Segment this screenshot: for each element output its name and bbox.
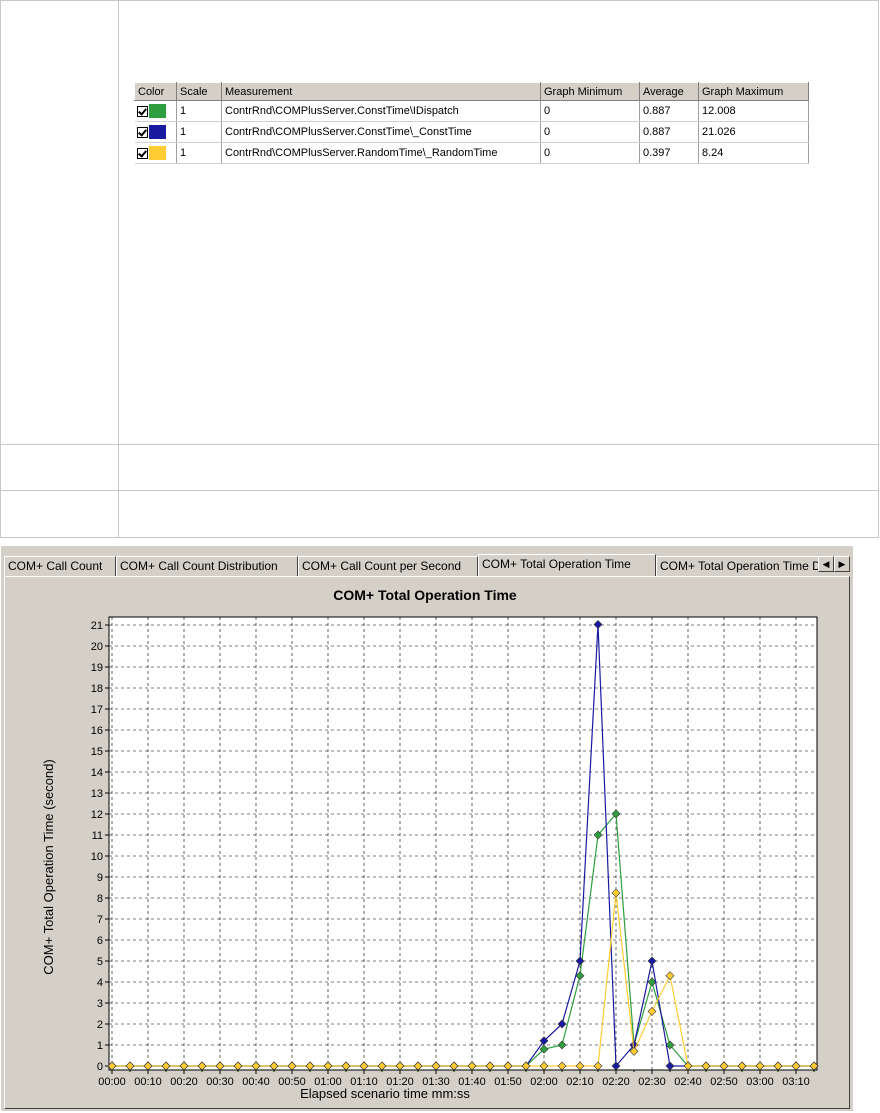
- x-tick-label: 00:10: [134, 1076, 162, 1088]
- y-tick-label: 18: [91, 683, 103, 695]
- x-tick-label: 03:00: [746, 1076, 774, 1088]
- graph-maximum-cell: 12.008: [698, 100, 809, 122]
- graph-window: COM+ Call Count COM+ Call Count Distribu…: [0, 545, 853, 1111]
- arrow-left-icon: ◀: [822, 559, 830, 569]
- color-swatch: [148, 125, 166, 139]
- graph-minimum-cell: 0: [540, 142, 640, 164]
- y-tick-label: 19: [91, 662, 103, 674]
- row-divider: [1, 490, 879, 491]
- header-graph-maximum[interactable]: Graph Maximum: [698, 82, 809, 101]
- measurement-cell: ContrRnd\COMPlusServer.ConstTime\_ConstT…: [221, 121, 541, 143]
- color-swatch: [148, 104, 166, 118]
- header-scale[interactable]: Scale: [176, 82, 222, 101]
- y-tick-label: 14: [91, 767, 103, 779]
- y-tick-label: 13: [91, 788, 103, 800]
- graph-tab-strip: COM+ Call Count COM+ Call Count Distribu…: [4, 554, 850, 576]
- average-cell: 0.887: [639, 100, 699, 122]
- y-axis-ticks: 0123456789101112131415161718192021: [91, 620, 109, 1073]
- legend-row[interactable]: 1 ContrRnd\COMPlusServer.RandomTime\_Ran…: [134, 142, 809, 164]
- x-tick-label: 00:30: [206, 1076, 234, 1088]
- y-axis-label: COM+ Total Operation Time (second): [41, 759, 56, 974]
- y-tick-label: 6: [97, 935, 103, 947]
- legend-row[interactable]: 1 ContrRnd\COMPlusServer.ConstTime\_Cons…: [134, 121, 809, 143]
- x-tick-label: 00:20: [170, 1076, 198, 1088]
- arrow-right-icon: ▶: [838, 559, 846, 569]
- scale-cell: 1: [176, 121, 222, 143]
- visibility-checkbox[interactable]: [136, 147, 148, 159]
- x-tick-label: 03:10: [782, 1076, 810, 1088]
- y-tick-label: 11: [92, 830, 103, 842]
- plot-area: [108, 616, 818, 1071]
- y-tick-label: 9: [97, 872, 103, 884]
- visibility-checkbox[interactable]: [136, 126, 148, 138]
- y-tick-label: 0: [97, 1061, 103, 1073]
- x-tick-label: 02:30: [638, 1076, 666, 1088]
- y-tick-label: 4: [97, 977, 103, 989]
- y-tick-label: 17: [91, 704, 103, 716]
- legend-row[interactable]: 1 ContrRnd\COMPlusServer.ConstTime\IDisp…: [134, 100, 809, 122]
- color-cell: [134, 142, 177, 164]
- column-divider: [118, 1, 119, 538]
- y-tick-label: 3: [97, 998, 103, 1010]
- measurement-cell: ContrRnd\COMPlusServer.ConstTime\IDispat…: [221, 100, 541, 122]
- y-tick-label: 1: [97, 1040, 103, 1052]
- row-divider: [1, 444, 879, 445]
- x-tick-label: 02:40: [674, 1076, 702, 1088]
- y-tick-label: 20: [91, 641, 103, 653]
- y-tick-label: 21: [91, 620, 103, 632]
- report-document: Color Scale Measurement Graph Minimum Av…: [0, 0, 879, 538]
- header-graph-minimum[interactable]: Graph Minimum: [540, 82, 640, 101]
- scale-cell: 1: [176, 100, 222, 122]
- y-tick-label: 10: [91, 851, 103, 863]
- x-tick-label: 02:00: [530, 1076, 558, 1088]
- tab-com-total-operation-time[interactable]: COM+ Total Operation Time: [478, 554, 656, 576]
- x-axis-label: Elapsed scenario time mm:ss: [300, 1086, 470, 1101]
- x-tick-label: 02:50: [710, 1076, 738, 1088]
- header-measurement[interactable]: Measurement: [221, 82, 541, 101]
- tab-com-call-count-per-second[interactable]: COM+ Call Count per Second: [298, 556, 478, 576]
- legend-table: Color Scale Measurement Graph Minimum Av…: [134, 82, 809, 164]
- x-tick-label: 02:20: [602, 1076, 630, 1088]
- scale-cell: 1: [176, 142, 222, 164]
- y-tick-label: 12: [91, 809, 103, 821]
- color-cell: [134, 100, 177, 122]
- measurement-cell: ContrRnd\COMPlusServer.RandomTime\_Rando…: [221, 142, 541, 164]
- header-average[interactable]: Average: [639, 82, 699, 101]
- graph-maximum-cell: 8.24: [698, 142, 809, 164]
- y-tick-label: 7: [97, 914, 103, 926]
- color-swatch: [148, 146, 166, 160]
- y-tick-label: 8: [97, 893, 103, 905]
- graph-maximum-cell: 21.026: [698, 121, 809, 143]
- average-cell: 0.887: [639, 121, 699, 143]
- average-cell: 0.397: [639, 142, 699, 164]
- y-tick-label: 16: [91, 725, 103, 737]
- y-tick-label: 15: [91, 746, 103, 758]
- visibility-checkbox[interactable]: [136, 105, 148, 117]
- chart-title: COM+ Total Operation Time: [333, 587, 517, 603]
- header-color[interactable]: Color: [134, 82, 177, 101]
- graph-panel: COM+ Total Operation Time 0 1 2 3 4 5 6 7 8 9 10 11…: [4, 576, 850, 1109]
- x-tick-label: 00:40: [242, 1076, 270, 1088]
- tab-com-call-count-distribution[interactable]: COM+ Call Count Distribution: [116, 556, 298, 576]
- tab-scroll-left-button[interactable]: ◀: [818, 556, 834, 572]
- y-tick-label: 5: [97, 956, 103, 968]
- legend-header-row: Color Scale Measurement Graph Minimum Av…: [134, 82, 809, 101]
- x-tick-label: 01:50: [494, 1076, 522, 1088]
- graph-minimum-cell: 0: [540, 121, 640, 143]
- graph-minimum-cell: 0: [540, 100, 640, 122]
- x-tick-label: 02:10: [566, 1076, 594, 1088]
- line-chart: COM+ Total Operation Time 01234567891011…: [41, 587, 819, 1101]
- tab-com-call-count[interactable]: COM+ Call Count: [4, 556, 116, 576]
- y-tick-label: 2: [97, 1019, 103, 1031]
- tab-scroll-right-button[interactable]: ▶: [834, 556, 850, 572]
- color-cell: [134, 121, 177, 143]
- x-tick-label: 00:00: [98, 1076, 126, 1088]
